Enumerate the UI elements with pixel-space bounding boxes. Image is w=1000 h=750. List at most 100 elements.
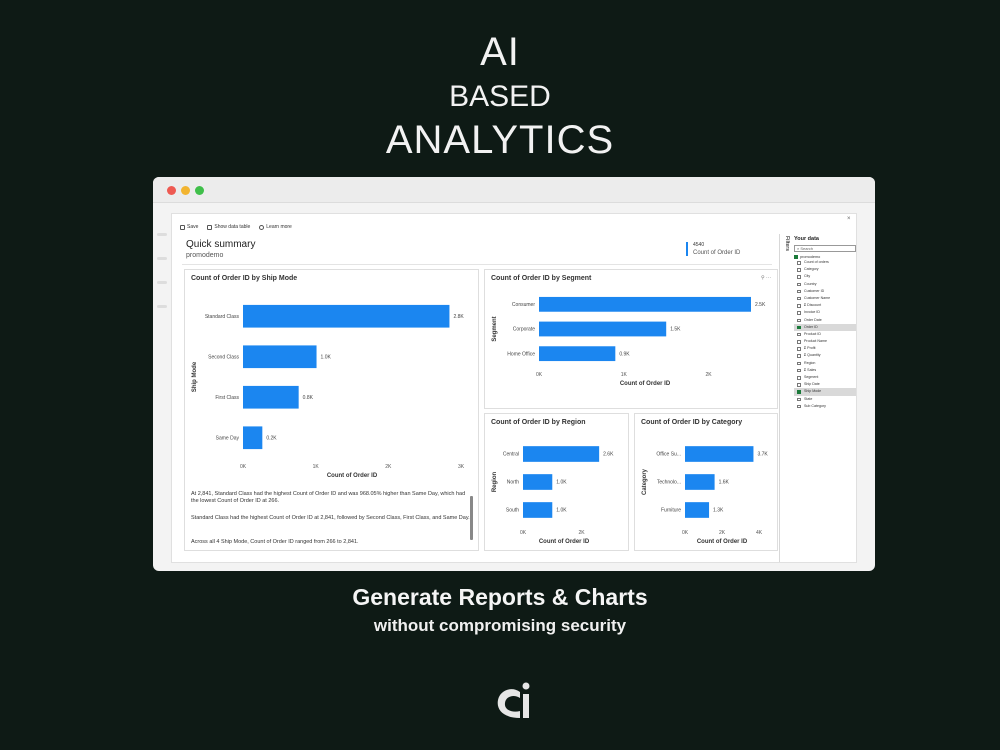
field-checkbox[interactable]: [797, 282, 801, 287]
field-checkbox[interactable]: [797, 275, 801, 279]
data-label: 2.5K: [755, 302, 766, 308]
x-tick-label: 2K: [385, 464, 392, 470]
save-icon: [180, 224, 185, 230]
field-name: City: [804, 274, 811, 279]
kpi-accent: [686, 242, 688, 256]
field-checkbox[interactable]: [797, 304, 801, 308]
field-item[interactable]: Product ID: [794, 331, 856, 338]
field-item[interactable]: ΣProfit: [794, 345, 856, 352]
field-checkbox[interactable]: [797, 368, 801, 373]
x-axis-title: Count of Order ID: [327, 473, 378, 479]
field-item[interactable]: Product Name: [794, 338, 856, 345]
background-ui: [157, 305, 167, 308]
field-item[interactable]: City: [794, 273, 856, 280]
field-checkbox[interactable]: [797, 318, 801, 322]
learn-more-link[interactable]: Learn more: [259, 224, 292, 230]
search-placeholder: Search: [800, 246, 814, 251]
close-window-button[interactable]: [167, 186, 176, 195]
sigma-icon: Σ: [804, 367, 807, 372]
category-label: South: [506, 508, 519, 514]
field-name: Customer Name: [804, 295, 831, 300]
quick-summary-panel: Save Show data table Learn more × Quick …: [171, 213, 857, 563]
x-axis-title: Count of Order ID: [697, 539, 748, 545]
field-item[interactable]: Ship Mode: [794, 388, 856, 396]
insight-text: Standard Class had the highest Count of …: [191, 515, 470, 521]
data-label: 0.9K: [619, 351, 630, 357]
minimize-window-button[interactable]: [181, 186, 190, 195]
bar: [539, 321, 667, 337]
field-checkbox[interactable]: [797, 404, 801, 409]
brand-logo: [497, 682, 530, 718]
field-checkbox[interactable]: [797, 376, 801, 380]
field-item[interactable]: Order Date: [794, 317, 856, 324]
maximize-window-button[interactable]: [195, 186, 204, 195]
field-checkbox[interactable]: [797, 311, 801, 315]
y-axis-title: Ship Mode: [192, 361, 198, 392]
field-checkbox[interactable]: [797, 268, 801, 272]
field-item[interactable]: Count of orders: [794, 259, 856, 266]
tagline-sub: without compromising security: [373, 616, 627, 635]
sigma-icon: Σ: [804, 303, 807, 308]
bar: [523, 446, 600, 462]
chart-card-segment[interactable]: Count of Order ID by Segment ⚲ ··· Consu…: [484, 269, 778, 409]
x-tick-label: 1K: [621, 372, 628, 378]
filters-tab[interactable]: Filters: [784, 236, 790, 251]
bar: [243, 345, 317, 369]
save-button[interactable]: Save: [180, 224, 198, 230]
bar: [523, 474, 553, 490]
field-item[interactable]: State: [794, 396, 856, 403]
category-label: First Class: [215, 395, 239, 401]
background-ui: [157, 281, 167, 284]
field-name: Profit: [807, 346, 816, 351]
bar: [243, 426, 263, 450]
field-item[interactable]: ΣSales: [794, 367, 856, 374]
field-item[interactable]: Sub Category: [794, 403, 856, 410]
field-search-input[interactable]: ⌕ Search: [794, 245, 856, 252]
field-checkbox[interactable]: [797, 325, 801, 330]
field-item[interactable]: ΣQuantity: [794, 352, 856, 359]
x-axis-title: Count of Order ID: [539, 539, 590, 545]
field-checkbox[interactable]: [797, 347, 801, 351]
field-checkbox[interactable]: [797, 332, 801, 337]
chart-card-category[interactable]: Count of Order ID by Category Office Su.…: [634, 413, 778, 551]
save-label: Save: [187, 224, 199, 230]
data-label: 2.8K: [453, 314, 464, 320]
field-checkbox[interactable]: [797, 397, 801, 402]
field-name: Segment: [804, 375, 819, 379]
chart-card-ship-mode[interactable]: Count of Order ID by Ship Mode Standard …: [184, 269, 479, 551]
field-name: Ship Date: [804, 382, 820, 387]
field-checkbox[interactable]: [797, 289, 801, 294]
field-item[interactable]: Customer Name: [794, 295, 856, 302]
bar: [539, 296, 751, 312]
field-item[interactable]: Country: [794, 281, 856, 288]
y-axis-title: Region: [492, 472, 498, 493]
bar: [243, 385, 299, 409]
field-checkbox[interactable]: [797, 340, 801, 344]
field-item[interactable]: Order ID: [794, 323, 856, 331]
field-item[interactable]: Segment: [794, 374, 856, 381]
field-checkbox[interactable]: [797, 261, 801, 265]
field-item[interactable]: Category: [794, 266, 856, 273]
field-checkbox[interactable]: [797, 383, 801, 387]
show-data-table-button[interactable]: Show data table: [207, 224, 250, 230]
data-label: 1.0K: [321, 354, 332, 360]
field-checkbox[interactable]: [797, 361, 801, 366]
kpi-value: 4540: [693, 242, 705, 248]
close-icon[interactable]: ×: [847, 216, 851, 222]
field-item[interactable]: ΣDiscount: [794, 302, 856, 309]
insight-scrollbar[interactable]: [470, 496, 473, 540]
fields-title: Your data: [794, 236, 819, 242]
field-item[interactable]: Ship Date: [794, 381, 856, 388]
field-checkbox[interactable]: [797, 296, 801, 301]
field-item[interactable]: Region: [794, 360, 856, 367]
bar: [243, 304, 450, 328]
field-checkbox[interactable]: [797, 390, 801, 394]
category-label: Technolo...: [657, 480, 681, 486]
field-checkbox[interactable]: [797, 354, 801, 358]
x-tick-label: 2K: [579, 530, 586, 536]
field-item[interactable]: Customer ID: [794, 288, 856, 295]
hero-title-ai: AI: [480, 30, 520, 74]
field-item[interactable]: Invoice ID: [794, 309, 856, 316]
category-label: Corporate: [513, 327, 535, 333]
chart-card-region[interactable]: Count of Order ID by Region Central 2.6K N…: [484, 413, 629, 551]
